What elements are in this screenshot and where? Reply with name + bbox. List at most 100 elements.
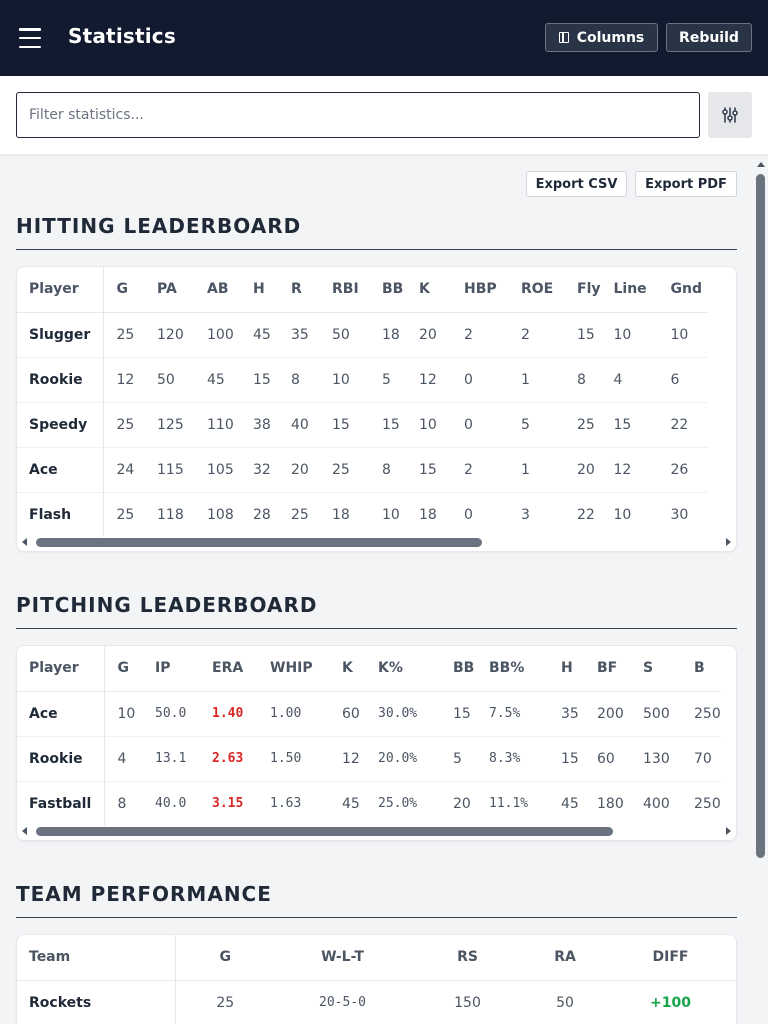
hitting-section-title: HITTING LEADERBOARD: [16, 214, 302, 238]
column-header[interactable]: HBP: [451, 267, 508, 313]
stat-cell: 10: [382, 506, 400, 523]
table-row[interactable]: Fastball 8 40.0 3.15 1.63 45 25.0% 20 11.1% 45 180…: [17, 781, 721, 826]
column-header[interactable]: R: [278, 267, 319, 313]
column-header[interactable]: ERA: [199, 646, 257, 692]
stat-cell: 130: [630, 736, 681, 782]
stat-cell: 2: [508, 312, 564, 358]
columns-button[interactable]: Columns: [545, 23, 658, 52]
stat-cell: 4: [600, 357, 658, 403]
column-header[interactable]: RA: [525, 935, 605, 981]
filter-settings-button[interactable]: [708, 92, 752, 138]
column-header[interactable]: BB%: [476, 646, 548, 692]
column-header[interactable]: H: [548, 646, 584, 692]
stat-cell: 50.0: [142, 691, 199, 737]
export-csv-button[interactable]: Export CSV: [526, 171, 627, 197]
stat-cell: 70: [681, 736, 721, 782]
column-header[interactable]: Line: [600, 267, 658, 313]
column-header[interactable]: AB: [194, 267, 240, 313]
section-divider: [16, 249, 737, 250]
column-header[interactable]: H: [240, 267, 278, 313]
column-header[interactable]: DIFF: [605, 935, 736, 981]
stat-cell: 110: [194, 402, 240, 448]
scrollbar-thumb[interactable]: [36, 827, 613, 836]
column-header[interactable]: RS: [410, 935, 525, 981]
stat-cell: 15: [406, 447, 451, 493]
column-header[interactable]: K%: [365, 646, 440, 692]
table-row[interactable]: Ace 24 115 105 32 20 25 8 15 2 1 20 12 26: [17, 447, 708, 493]
stat-cell: 18: [332, 506, 350, 523]
column-header[interactable]: Gnd: [657, 267, 708, 313]
column-header[interactable]: G: [103, 267, 144, 313]
stat-cell: 8: [117, 795, 127, 812]
table-row[interactable]: Speedy 25 125 110 38 40 15 15 10 0 5 25 15 22: [17, 402, 708, 448]
export-pdf-button[interactable]: Export PDF: [635, 171, 737, 197]
column-header[interactable]: BF: [584, 646, 630, 692]
filter-input[interactable]: [16, 92, 700, 138]
stat-cell: 22: [657, 402, 708, 448]
column-header[interactable]: Team: [17, 935, 176, 981]
column-header[interactable]: ROE: [508, 267, 564, 313]
column-header[interactable]: WHIP: [257, 646, 329, 692]
stat-cell: 125: [144, 402, 194, 448]
column-header[interactable]: G: [175, 935, 275, 981]
column-header[interactable]: Fly: [564, 267, 601, 313]
pitching-table-card: Player G IP ERA WHIP K K% BB BB% H BF S B Ace 10 50.0 1…: [16, 645, 737, 841]
column-header[interactable]: Player: [17, 267, 104, 313]
pitching-table: Player G IP ERA WHIP K K% BB BB% H BF S B Ace 10 50.0 1…: [17, 646, 721, 826]
table-row[interactable]: Rookie 12 50 45 15 8 10 5 12 0 1 8 4 6: [17, 357, 708, 403]
stat-cell: 50: [144, 357, 194, 403]
scroll-right-icon[interactable]: [726, 538, 731, 546]
columns-button-label: Columns: [576, 29, 645, 46]
stat-cell: 25: [103, 312, 144, 358]
stat-cell: 20.0%: [365, 736, 440, 782]
table-row[interactable]: Flash 25 118 108 28 25 18 10 18 0 3 22 10 30: [17, 492, 708, 537]
column-header[interactable]: S: [630, 646, 681, 692]
scrollbar-thumb[interactable]: [36, 538, 482, 547]
stat-cell: 3.15: [212, 796, 244, 812]
column-header[interactable]: BB: [440, 646, 476, 692]
stat-cell: 180: [597, 795, 624, 812]
pitching-horizontal-scrollbar[interactable]: [17, 824, 736, 838]
stat-cell: 2: [451, 447, 508, 493]
stat-cell: 11.1%: [489, 796, 529, 812]
column-header[interactable]: G: [104, 646, 142, 692]
column-header[interactable]: B: [681, 646, 721, 692]
column-header[interactable]: K: [406, 267, 451, 313]
stat-cell: 1: [508, 357, 564, 403]
content-area[interactable]: Export CSV Export PDF HITTING LEADERBOAR…: [0, 156, 768, 1024]
scroll-right-icon[interactable]: [726, 827, 731, 835]
column-header[interactable]: Player: [17, 646, 105, 692]
column-header[interactable]: RBI: [319, 267, 369, 313]
rebuild-button[interactable]: Rebuild: [666, 23, 752, 52]
vertical-scrollbar[interactable]: [754, 160, 768, 1024]
stat-cell: 8: [369, 447, 406, 493]
stat-cell: 10: [613, 506, 632, 523]
stat-cell: 118: [157, 506, 184, 523]
table-row[interactable]: Ace 10 50.0 1.40 1.00 60 30.0% 15 7.5% 35 200 500 25…: [17, 691, 721, 737]
stat-cell: 38: [240, 402, 278, 448]
stat-cell: 12: [600, 447, 658, 493]
scrollbar-thumb[interactable]: [756, 174, 765, 858]
section-divider: [16, 917, 737, 918]
stat-cell: 18: [419, 506, 437, 523]
scroll-left-icon[interactable]: [22, 538, 27, 546]
table-row[interactable]: Slugger 25 120 100 45 35 50 18 20 2 2 15 10 10: [17, 312, 708, 358]
column-header[interactable]: PA: [144, 267, 194, 313]
stat-cell: 7.5%: [476, 691, 548, 737]
table-row[interactable]: Rockets 25 20-5-0 150 50 +100: [17, 980, 736, 1024]
column-header[interactable]: IP: [142, 646, 199, 692]
stat-cell: 60: [329, 691, 365, 737]
column-header[interactable]: W-L-T: [275, 935, 410, 981]
stat-cell: 500: [630, 691, 681, 737]
player-name-cell: Rockets: [17, 980, 176, 1024]
scroll-up-icon[interactable]: [757, 162, 765, 167]
stat-cell: 108: [207, 506, 234, 523]
stat-cell: 45: [561, 795, 579, 812]
scroll-left-icon[interactable]: [22, 827, 27, 835]
column-header[interactable]: K: [329, 646, 365, 692]
hamburger-icon[interactable]: [19, 27, 41, 49]
stat-cell: 15: [240, 357, 278, 403]
column-header[interactable]: BB: [369, 267, 406, 313]
hitting-horizontal-scrollbar[interactable]: [17, 535, 736, 549]
table-row[interactable]: Rookie 4 13.1 2.63 1.50 12 20.0% 5 8.3% 15 60 130 70: [17, 736, 721, 782]
